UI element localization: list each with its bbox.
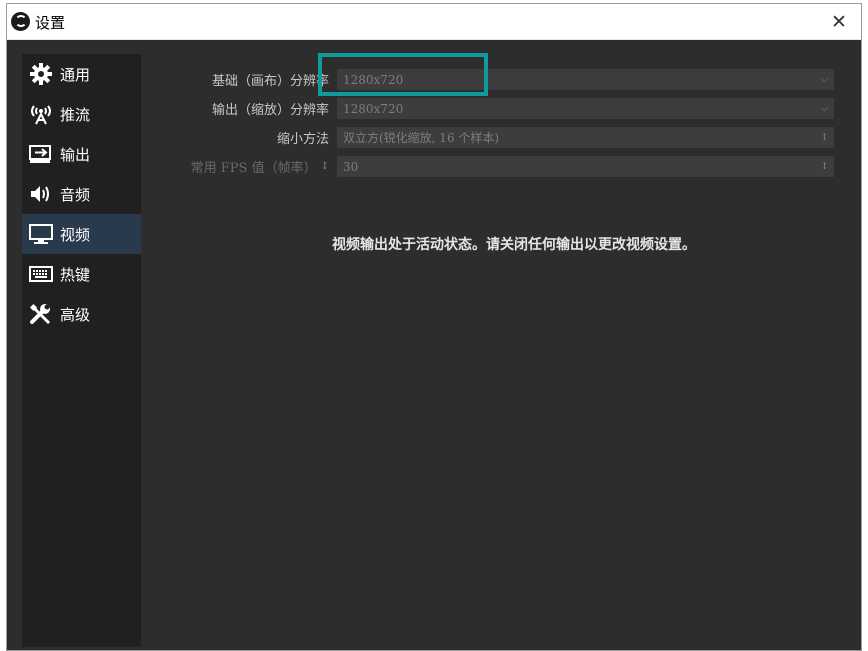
- sidebar-item-audio[interactable]: 音频: [22, 174, 141, 214]
- sidebar-item-label: 音频: [60, 185, 91, 204]
- sidebar-item-label: 通用: [60, 65, 91, 84]
- fps-type-select[interactable]: 常用 FPS 值（帧率） ↕: [157, 157, 335, 176]
- sidebar-item-general[interactable]: 通用: [22, 54, 141, 94]
- obs-logo-icon: [11, 12, 30, 31]
- output-resolution-select[interactable]: 1280x720 ⌵: [337, 98, 834, 119]
- downscale-filter-row: 缩小方法: [157, 127, 335, 148]
- settings-sidebar: 通用 推流 输出 音频 视频 热键 高级: [22, 54, 141, 647]
- spin-icon: ↕: [320, 161, 329, 172]
- fps-row: 常用 FPS 值（帧率） ↕: [157, 156, 335, 177]
- base-resolution-select[interactable]: 1280x720 ⌵: [337, 69, 834, 90]
- settings-window: 设置 ✕ 通用 推流 输出 音频 视频 热键 高级 基础（画布）分辨率 1280…: [6, 3, 862, 651]
- output-resolution-row: 输出（缩放）分辨率: [157, 98, 335, 119]
- base-resolution-row: 基础（画布）分辨率: [157, 69, 335, 90]
- gear-icon: [28, 63, 54, 85]
- broadcast-icon: [28, 103, 54, 125]
- output-icon: [28, 143, 54, 165]
- fps-type-label: 常用 FPS 值（帧率）: [190, 161, 317, 176]
- spin-icon: ↕: [820, 161, 829, 172]
- settings-content: 通用 推流 输出 音频 视频 热键 高级 基础（画布）分辨率 1280x720 …: [7, 40, 861, 650]
- sidebar-item-label: 高级: [60, 305, 91, 324]
- sidebar-item-label: 推流: [60, 105, 91, 124]
- output-resolution-value: 1280x720: [343, 101, 404, 116]
- speaker-icon: [28, 183, 54, 205]
- fps-value: 30: [343, 159, 359, 174]
- spin-icon: ↕: [820, 132, 829, 143]
- chevron-down-icon: ⌵: [821, 74, 828, 85]
- video-active-notice: 视频输出处于活动状态。请关闭任何输出以更改视频设置。: [332, 237, 696, 253]
- tools-icon: [28, 303, 54, 325]
- base-resolution-label: 基础（画布）分辨率: [211, 74, 329, 89]
- downscale-filter-label: 缩小方法: [276, 132, 329, 147]
- sidebar-item-output[interactable]: 输出: [22, 134, 141, 174]
- sidebar-item-label: 热键: [60, 265, 91, 284]
- base-resolution-value: 1280x720: [343, 72, 404, 87]
- window-title: 设置: [35, 14, 66, 32]
- fps-select[interactable]: 30 ↕: [337, 156, 834, 177]
- sidebar-item-hotkeys[interactable]: 热键: [22, 254, 141, 294]
- chevron-down-icon: ⌵: [821, 103, 828, 114]
- sidebar-item-label: 视频: [60, 225, 91, 244]
- sidebar-item-stream[interactable]: 推流: [22, 94, 141, 134]
- keyboard-icon: [28, 263, 54, 285]
- monitor-icon: [28, 223, 54, 245]
- sidebar-item-advanced[interactable]: 高级: [22, 294, 141, 334]
- title-bar: 设置 ✕: [7, 4, 861, 40]
- output-resolution-label: 输出（缩放）分辨率: [211, 103, 329, 118]
- close-icon: ✕: [831, 10, 847, 33]
- downscale-filter-value: 双立方(锐化缩放, 16 个样本): [343, 131, 500, 145]
- sidebar-item-label: 输出: [60, 145, 91, 164]
- sidebar-item-video[interactable]: 视频: [22, 214, 141, 254]
- close-button[interactable]: ✕: [817, 4, 861, 39]
- downscale-filter-select[interactable]: 双立方(锐化缩放, 16 个样本) ↕: [337, 127, 834, 148]
